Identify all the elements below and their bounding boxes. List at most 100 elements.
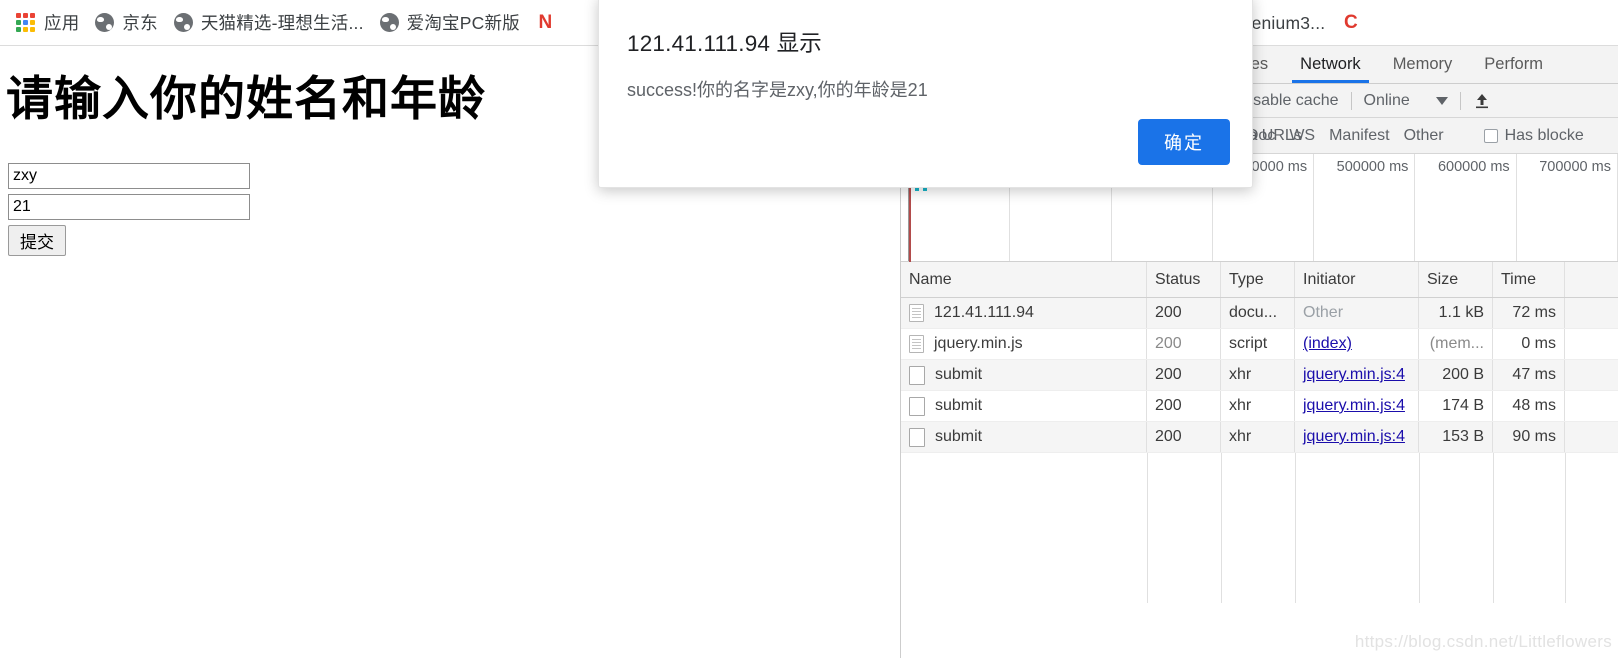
bookmark-label: 爱淘宝PC新版 <box>406 13 520 33</box>
bookmark-jd[interactable]: 京东 <box>89 7 167 38</box>
bookmark-apps[interactable]: 应用 <box>10 7 89 38</box>
cell-time: 90 ms <box>1493 422 1565 452</box>
cell-initiator[interactable]: (index) <box>1295 329 1419 359</box>
initiator-link[interactable]: (index) <box>1303 335 1352 353</box>
cell-waterfall <box>1565 422 1618 452</box>
cell-size: 153 B <box>1419 422 1493 452</box>
table-row[interactable]: 121.41.111.94 200 docu... Other 1.1 kB 7… <box>901 298 1618 329</box>
apps-grid-icon <box>16 12 36 33</box>
cell-status: 200 <box>1147 360 1221 390</box>
table-row[interactable]: submit 200 xhr jquery.min.js:4 153 B 90 … <box>901 422 1618 453</box>
watermark-text: https://blog.csdn.net/Littleflowers <box>1354 632 1612 651</box>
globe-icon <box>173 13 193 32</box>
document-icon <box>909 335 924 353</box>
table-row[interactable]: submit 200 xhr jquery.min.js:4 174 B 48 … <box>901 391 1618 422</box>
cell-size: 174 B <box>1419 391 1493 421</box>
has-blocked-checkbox[interactable]: Has blocke <box>1483 126 1584 145</box>
cell-waterfall <box>1565 391 1618 421</box>
bookmark-c-site[interactable]: C <box>1335 10 1370 35</box>
javascript-alert-dialog: 121.41.111.94 显示 success!你的名字是zxy,你的年龄是2… <box>598 0 1253 188</box>
cell-status: 200 <box>1147 391 1221 421</box>
age-input[interactable] <box>8 194 250 220</box>
cell-type: script <box>1221 329 1295 359</box>
cell-name: submit <box>901 391 1147 421</box>
chevron-down-icon <box>1435 96 1448 105</box>
cell-initiator[interactable]: jquery.min.js:4 <box>1295 391 1419 421</box>
request-name: 121.41.111.94 <box>934 304 1034 321</box>
cell-type: xhr <box>1221 360 1295 390</box>
globe-icon <box>95 13 115 32</box>
overview-cell: 700000 ms <box>1517 154 1618 261</box>
toolbar-divider <box>1350 91 1352 110</box>
cell-name: submit <box>901 422 1147 452</box>
throttling-value: Online <box>1363 91 1410 109</box>
overview-cell: 500000 ms <box>1314 154 1416 261</box>
cell-time: 47 ms <box>1493 360 1565 390</box>
initiator-link[interactable]: jquery.min.js:4 <box>1303 366 1405 384</box>
cell-status: 200 <box>1147 329 1221 359</box>
network-requests-table: Name Status Type Initiator Size Time 121… <box>901 262 1618 603</box>
filter-other[interactable]: Other <box>1402 127 1446 145</box>
cell-waterfall <box>1565 298 1618 328</box>
table-empty-area <box>901 453 1618 603</box>
bookmark-label: 天猫精选-理想生活... <box>200 13 364 33</box>
tab-label: Perform <box>1484 55 1543 73</box>
cell-name: submit <box>901 360 1147 390</box>
initiator-link[interactable]: jquery.min.js:4 <box>1303 397 1405 415</box>
cell-time: 48 ms <box>1493 391 1565 421</box>
blank-document-icon <box>909 396 925 416</box>
globe-icon <box>379 13 399 32</box>
browser-window: 应用 京东 天猫精选-理想生活... 爱淘宝PC新版 N (华... <box>0 0 1618 658</box>
column-header-waterfall[interactable] <box>1565 262 1618 297</box>
bookmark-aitaobao[interactable]: 爱淘宝PC新版 <box>374 7 530 38</box>
column-header-size[interactable]: Size <box>1419 262 1493 297</box>
column-header-type[interactable]: Type <box>1221 262 1295 297</box>
table-header-row: Name Status Type Initiator Size Time <box>901 262 1618 298</box>
cell-name: jquery.min.js <box>901 329 1147 359</box>
initiator-link[interactable]: jquery.min.js:4 <box>1303 428 1405 446</box>
table-row[interactable]: jquery.min.js 200 script (index) (mem...… <box>901 329 1618 360</box>
cell-size: (mem... <box>1419 329 1493 359</box>
throttling-select[interactable]: Online <box>1364 92 1448 110</box>
dialog-actions: 确定 <box>1138 119 1230 165</box>
cell-time: 0 ms <box>1493 329 1565 359</box>
disable-cache-label: Disable cache <box>1238 91 1339 109</box>
request-name: jquery.min.js <box>934 335 1023 352</box>
table-row[interactable]: submit 200 xhr jquery.min.js:4 200 B 47 … <box>901 360 1618 391</box>
overview-tick-label: 500000 ms <box>1336 159 1409 175</box>
column-header-name[interactable]: Name <box>901 262 1147 297</box>
submit-button[interactable]: 提交 <box>8 225 66 256</box>
request-name: submit <box>935 366 983 383</box>
cell-size: 1.1 kB <box>1419 298 1493 328</box>
cell-initiator[interactable]: jquery.min.js:4 <box>1295 360 1419 390</box>
tab-memory[interactable]: Memory <box>1377 46 1469 83</box>
cell-initiator[interactable]: jquery.min.js:4 <box>1295 422 1419 452</box>
overview-cell: 600000 ms <box>1415 154 1517 261</box>
request-name: submit <box>935 397 983 414</box>
tab-network[interactable]: Network <box>1284 46 1377 83</box>
tab-label: Network <box>1300 55 1361 73</box>
upload-icon[interactable] <box>1473 92 1491 110</box>
dialog-message: success!你的名字是zxy,你的年龄是21 <box>627 80 928 100</box>
cell-time: 72 ms <box>1493 298 1565 328</box>
overview-tick-label: 600000 ms <box>1437 159 1510 175</box>
column-header-status[interactable]: Status <box>1147 262 1221 297</box>
bookmark-n-site[interactable]: N <box>530 10 565 35</box>
tab-performance[interactable]: Perform <box>1468 46 1559 83</box>
cell-type: xhr <box>1221 422 1295 452</box>
column-header-initiator[interactable]: Initiator <box>1295 262 1419 297</box>
checkbox-icon <box>1483 128 1498 143</box>
has-blocked-label: Has blocke <box>1504 126 1584 144</box>
cell-type: xhr <box>1221 391 1295 421</box>
bookmark-tmall[interactable]: 天猫精选-理想生活... <box>168 7 374 38</box>
tab-label: Memory <box>1392 55 1453 73</box>
name-input[interactable] <box>8 163 250 189</box>
filter-manifest[interactable]: Manifest <box>1327 127 1391 145</box>
toolbar-divider <box>1459 91 1461 110</box>
request-name: submit <box>935 428 983 445</box>
cell-type: docu... <box>1221 298 1295 328</box>
dialog-ok-button[interactable]: 确定 <box>1138 119 1230 165</box>
column-header-time[interactable]: Time <box>1493 262 1565 297</box>
cell-waterfall <box>1565 329 1618 359</box>
cell-name: 121.41.111.94 <box>901 298 1147 328</box>
